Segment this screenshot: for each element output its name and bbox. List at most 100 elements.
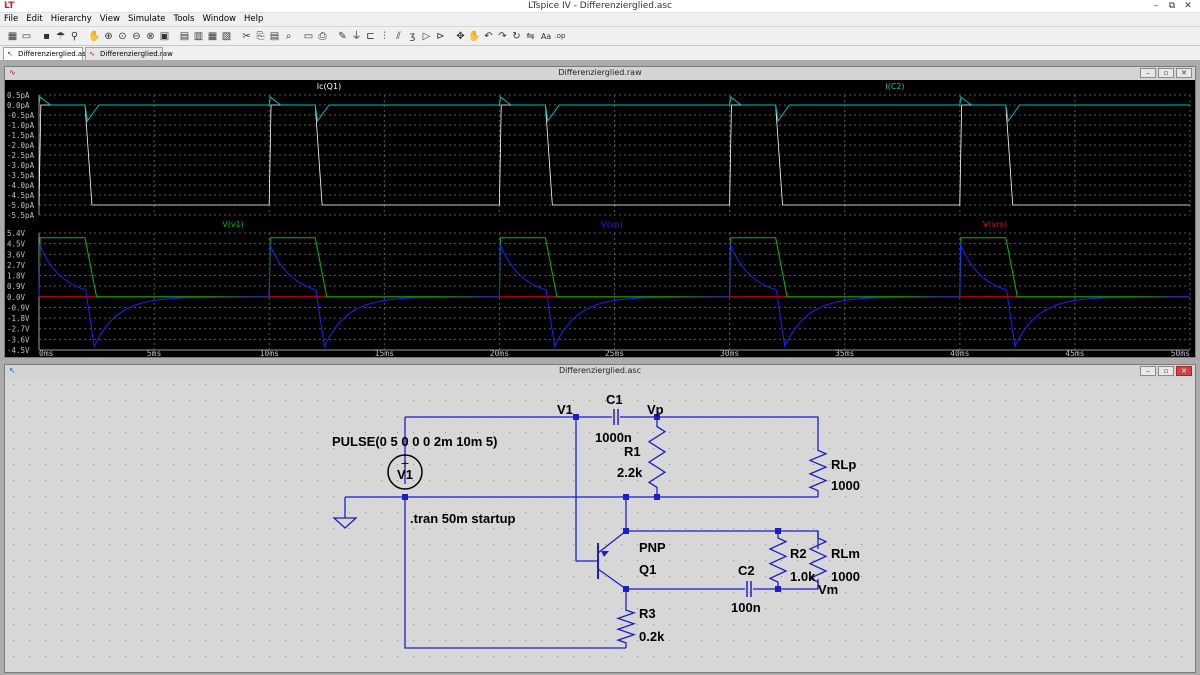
ground-icon[interactable]: ⏚ [350, 30, 363, 43]
tran-directive-label[interactable]: .tran 50m startup [410, 511, 516, 526]
menu-tools[interactable]: Tools [174, 13, 195, 26]
save-icon[interactable]: ▪ [40, 30, 53, 43]
title-bar: LT LTspice IV - Differenzierglied.asc – … [0, 0, 1200, 13]
print-icon[interactable]: ⎙ [316, 30, 329, 43]
r2-ref-label[interactable]: R2 [790, 546, 807, 561]
capacitor-icon[interactable]: ⫽ [392, 30, 405, 43]
net-label-vm[interactable]: Vm [818, 582, 838, 597]
restore-button[interactable]: ▫ [1158, 366, 1174, 376]
open-icon[interactable]: ▭ [20, 30, 33, 43]
drag-icon[interactable]: ✋ [468, 30, 481, 43]
y-tick-label: -2.7V [7, 325, 30, 334]
inductor-icon[interactable]: ʒ [406, 30, 419, 43]
restore-button[interactable]: ⧉ [1164, 0, 1180, 12]
move-icon[interactable]: ✥ [454, 30, 467, 43]
menu-simulate[interactable]: Simulate [128, 13, 166, 26]
tile-vertical-icon[interactable]: ▦ [206, 30, 219, 43]
r1-ref-label[interactable]: R1 [624, 444, 641, 459]
tab-bar: ↖ Differenzierglied.asc ∿ Differenziergl… [0, 46, 1200, 60]
zoom-cancel-icon[interactable]: ⊗ [144, 30, 157, 43]
v1-ref-label[interactable]: V1 [397, 467, 413, 482]
mirror-icon[interactable]: ⇋ [524, 30, 537, 43]
menu-help[interactable]: Help [244, 13, 263, 26]
trace-label-i-c2[interactable]: I(C2) [885, 82, 904, 91]
schematic-canvas[interactable]: +V1PULSE(0 5 0 0 0 2m 10m 5)V1C11000nVpR… [5, 378, 1195, 672]
close-button[interactable]: ✕ [1176, 68, 1192, 78]
halt-icon[interactable]: ✋ [88, 30, 101, 43]
autorange-icon[interactable]: ▣ [158, 30, 171, 43]
junction-node [654, 494, 660, 500]
waveform-plot[interactable]: 0ms 5ms 10ms 15ms 20ms 25ms 30ms 35ms 40ms 45ms 50… [5, 80, 1195, 357]
control-panel-icon[interactable]: ☂ [54, 30, 67, 43]
plot-background [5, 80, 1195, 357]
r3-value-label[interactable]: 0.2k [639, 629, 665, 644]
menu-file[interactable]: File [4, 13, 18, 26]
y-tick-label: 0.5pA [7, 91, 30, 100]
component-icon[interactable]: ⊳ [434, 30, 447, 43]
redo-icon[interactable]: ↷ [496, 30, 509, 43]
rlp-ref-label[interactable]: RLp [831, 457, 856, 472]
y-tick-label: 0.0V [7, 293, 26, 302]
junction-node [775, 586, 781, 592]
menu-hierarchy[interactable]: Hierarchy [51, 13, 92, 26]
rlm-ref-label[interactable]: RLm [831, 546, 860, 561]
paste-icon[interactable]: ▤ [268, 30, 281, 43]
y-tick-label: 5.4V [7, 229, 26, 238]
minimize-button[interactable]: – [1140, 68, 1156, 78]
fit-icon[interactable]: ▤ [178, 30, 191, 43]
new-schematic-icon[interactable]: ▦ [6, 30, 19, 43]
waveform-window-title: Differenzierglied.raw [558, 68, 642, 77]
restore-button[interactable]: ▫ [1158, 68, 1174, 78]
y-tick-label: -2.0pA [7, 141, 35, 150]
menu-edit[interactable]: Edit [26, 13, 42, 26]
q1-ref-label[interactable]: Q1 [639, 562, 656, 577]
trace-label-v-v1[interactable]: V(v1) [222, 220, 244, 229]
undo-icon[interactable]: ↶ [482, 30, 495, 43]
zoom-in-icon[interactable]: ⊕ [102, 30, 115, 43]
net-label-vp[interactable]: Vp [647, 402, 664, 417]
draw-wire-icon[interactable]: ✎ [336, 30, 349, 43]
cascade-icon[interactable]: ▧ [220, 30, 233, 43]
rotate-icon[interactable]: ↻ [510, 30, 523, 43]
y-tick-label: -4.0pA [7, 181, 35, 190]
tab-waveform[interactable]: ∿ Differenzierglied.raw [85, 47, 173, 60]
cut-icon[interactable]: ✂ [240, 30, 253, 43]
minimize-button[interactable]: – [1148, 0, 1164, 12]
minimize-button[interactable]: – [1140, 366, 1156, 376]
y-tick-label: 1.8V [7, 272, 26, 281]
zoom-out-icon[interactable]: ⊖ [130, 30, 143, 43]
diode-icon[interactable]: ▷ [420, 30, 433, 43]
trace-label-v-vp[interactable]: V(vp) [601, 220, 623, 229]
find-icon[interactable]: ⌕ [282, 30, 295, 43]
label-net-icon[interactable]: ⊏ [364, 30, 377, 43]
r3-ref-label[interactable]: R3 [639, 606, 656, 621]
pulse-source-label[interactable]: PULSE(0 5 0 0 0 2m 10m 5) [332, 434, 497, 449]
y-tick-label: 3.6V [7, 250, 26, 259]
c1-ref-label[interactable]: C1 [606, 392, 623, 407]
resistor-icon[interactable]: ⫶ [378, 30, 391, 43]
tile-horizontal-icon[interactable]: ▥ [192, 30, 205, 43]
rlp-value-label[interactable]: 1000 [831, 478, 860, 493]
tab-schematic[interactable]: ↖ Differenzierglied.asc [3, 47, 90, 60]
net-label-v1[interactable]: V1 [557, 402, 573, 417]
tab-label: Differenzierglied.asc [18, 50, 90, 58]
spice-directive-icon[interactable]: .op [552, 30, 568, 43]
menu-window[interactable]: Window [202, 13, 236, 26]
c2-value-label[interactable]: 100n [731, 600, 761, 615]
run-icon[interactable]: ⚲ [68, 30, 81, 43]
r1-value-label[interactable]: 2.2k [617, 465, 643, 480]
y-tick-label: -3.6V [7, 335, 30, 344]
c2-ref-label[interactable]: C2 [738, 563, 755, 578]
trace-label-v-vm[interactable]: V(vm) [983, 220, 1007, 229]
r2-value-label[interactable]: 1.0k [790, 569, 816, 584]
copy-icon[interactable]: ⎘ [254, 30, 267, 43]
menu-view[interactable]: View [100, 13, 120, 26]
q1-type-label[interactable]: PNP [639, 540, 666, 555]
close-button[interactable]: ✕ [1180, 0, 1196, 12]
close-button[interactable]: ✕ [1176, 366, 1192, 376]
y-tick-label: 4.5V [7, 240, 26, 249]
zoom-pan-icon[interactable]: ⊙ [116, 30, 129, 43]
c1-value-label[interactable]: 1000n [595, 430, 632, 445]
print-setup-icon[interactable]: ▭ [302, 30, 315, 43]
trace-label-ic-q1[interactable]: Ic(Q1) [317, 82, 341, 91]
